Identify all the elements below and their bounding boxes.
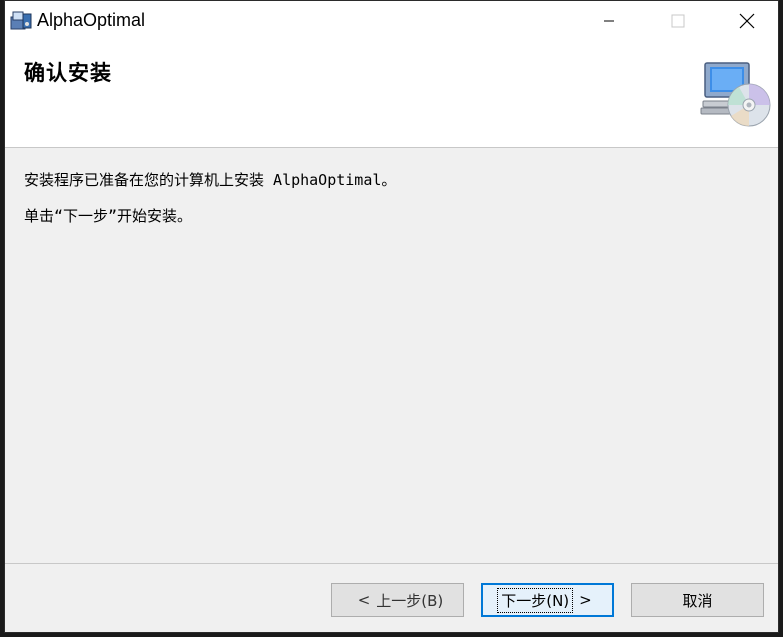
footer-divider [5,563,778,564]
next-button[interactable]: 下一步(N) > [481,583,614,617]
minimize-icon [604,20,614,22]
close-button[interactable] [724,1,770,41]
installer-package-icon [10,11,32,30]
ready-to-install-message: 安装程序已准备在您的计算机上安装 AlphaOptimal。 [24,171,397,189]
back-button-label: 上一步(B) [376,591,444,610]
back-button[interactable]: < 上一步(B) [331,583,464,617]
computer-with-cd-icon [700,62,771,127]
header-banner: 确认安装 [5,41,778,148]
cancel-button[interactable]: 取消 [631,583,764,617]
chevron-right-icon: > [579,591,592,609]
installer-window: AlphaOptimal 确认安装 安装程序已准备在您的计算机上安装 Alpha… [4,0,779,633]
page-title: 确认安装 [24,61,112,85]
close-icon [739,13,755,29]
window-title: AlphaOptimal [37,10,146,30]
chevron-left-icon: < [357,591,371,609]
title-bar[interactable]: AlphaOptimal [5,1,778,41]
maximize-button[interactable] [655,1,701,41]
maximize-icon [671,14,685,28]
minimize-button[interactable] [586,1,632,41]
next-button-focus-rect: 下一步(N) [497,587,574,613]
next-button-label: 下一步(N) [501,591,570,610]
click-next-instruction: 单击“下一步”开始安装。 [24,207,193,225]
cancel-button-label: 取消 [682,591,713,610]
